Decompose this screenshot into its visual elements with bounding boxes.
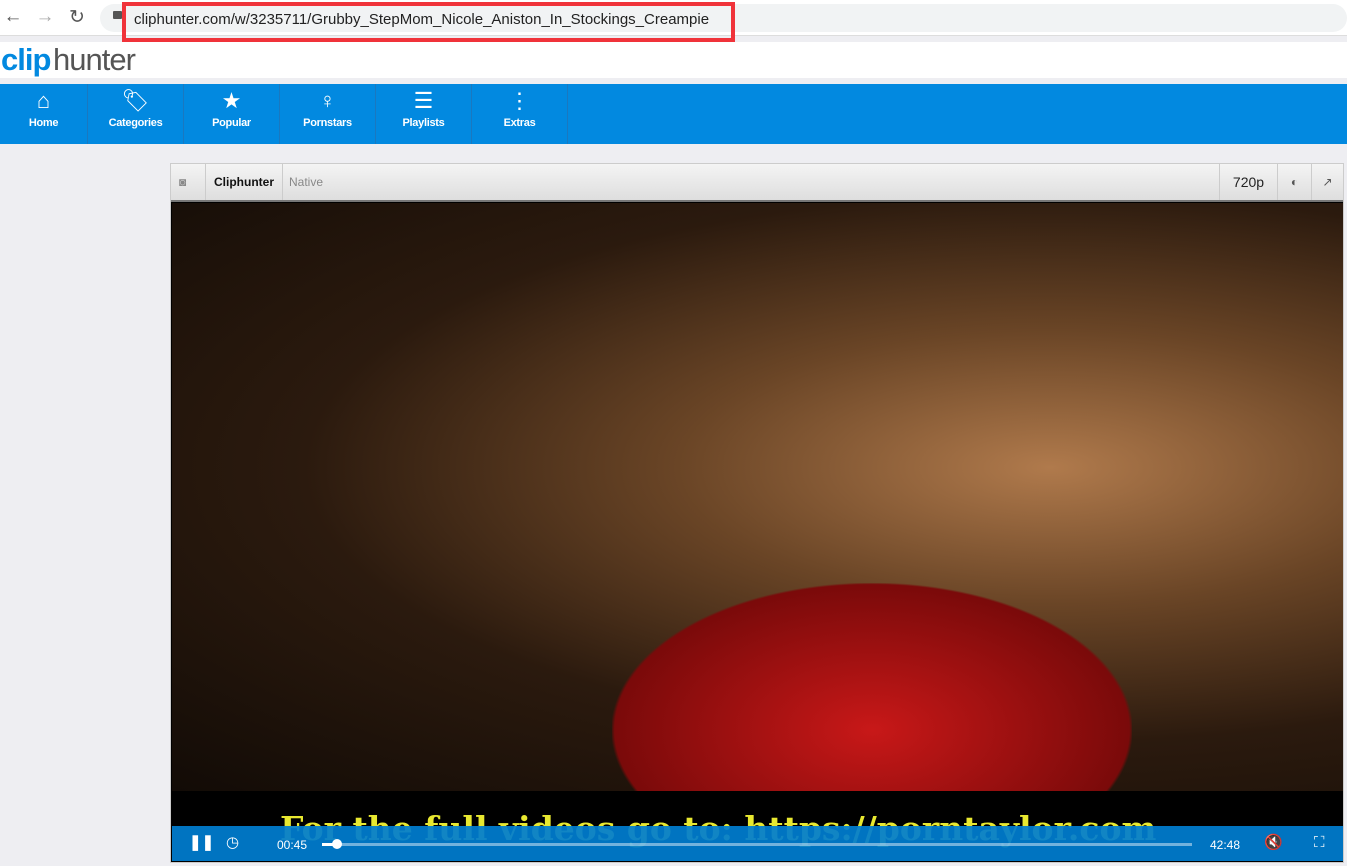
lock-icon bbox=[113, 11, 122, 19]
pause-icon[interactable]: ❚❚ bbox=[189, 834, 214, 852]
nav-label: Home bbox=[28, 117, 59, 129]
list-icon: ☰ bbox=[413, 88, 434, 113]
forward-icon[interactable]: → bbox=[34, 6, 56, 28]
nav-home[interactable]: ⌂ Home bbox=[0, 84, 88, 144]
url-text[interactable]: cliphunter.com/w/3235711/Grubby_StepMom_… bbox=[122, 2, 735, 42]
logo-clip: clip bbox=[1, 42, 51, 77]
reload-icon[interactable]: ↻ bbox=[66, 6, 88, 29]
nav-label: Playlists bbox=[402, 117, 445, 129]
main-nav: ⌂ Home 🏷 Categories ★ Popular ♀ Pornstars ☰ P… bbox=[0, 84, 1347, 144]
logo-hunter: hunter bbox=[53, 42, 136, 77]
browser-toolbar: ← → ↻ cliphunter.com/w/3235711/Grubby_St… bbox=[0, 0, 1347, 42]
duration: 42:48 bbox=[1210, 838, 1241, 852]
nav-label: Pornstars bbox=[303, 117, 352, 129]
quality-selector[interactable]: 720p bbox=[1219, 164, 1278, 200]
silhouette-icon: ♀ bbox=[319, 88, 336, 113]
clock-icon[interactable]: ◷ bbox=[226, 834, 239, 852]
dots-vertical-icon: ⋮ bbox=[508, 88, 531, 113]
tags-icon: 🏷 bbox=[121, 88, 150, 113]
video-frame[interactable] bbox=[172, 203, 1343, 793]
video-content bbox=[612, 583, 1132, 793]
stars-icon: ★ bbox=[221, 88, 242, 113]
nav-pornstars[interactable]: ♀ Pornstars bbox=[280, 84, 376, 144]
current-time: 00:45 bbox=[277, 838, 308, 852]
control-bar: ❚❚ ◷ 00:45 42:48 🔇 ⛶ bbox=[172, 826, 1343, 861]
home-icon: ⌂ bbox=[36, 88, 51, 113]
player-source[interactable]: Cliphunter bbox=[206, 164, 283, 200]
progress-knob[interactable] bbox=[332, 839, 343, 849]
video-player: ◙ Cliphunter Native 720p ◐ ↗ For the ful… bbox=[170, 163, 1344, 863]
popout-icon[interactable]: ↗ bbox=[1312, 164, 1343, 200]
nav-label: Categories bbox=[108, 117, 163, 129]
site-logo[interactable]: clip hunter bbox=[0, 42, 1347, 78]
nav-popular[interactable]: ★ Popular bbox=[184, 84, 280, 144]
mute-icon[interactable]: 🔇 bbox=[1264, 834, 1283, 852]
back-icon[interactable]: ← bbox=[2, 6, 24, 28]
nav-label: Popular bbox=[212, 117, 251, 129]
camera-icon[interactable]: ◙ bbox=[171, 164, 206, 200]
nav-label: Extras bbox=[503, 117, 536, 129]
nav-playlists[interactable]: ☰ Playlists bbox=[376, 84, 472, 144]
fullscreen-icon[interactable]: ⛶ bbox=[1314, 834, 1325, 852]
nav-extras[interactable]: ⋮ Extras bbox=[472, 84, 568, 144]
player-mode[interactable]: Native bbox=[281, 164, 331, 200]
player-header: ◙ Cliphunter Native 720p ◐ ↗ bbox=[171, 164, 1343, 202]
brightness-icon[interactable]: ◐ bbox=[1278, 164, 1312, 200]
progress-bar[interactable] bbox=[322, 839, 1192, 849]
nav-categories[interactable]: 🏷 Categories bbox=[88, 84, 184, 144]
